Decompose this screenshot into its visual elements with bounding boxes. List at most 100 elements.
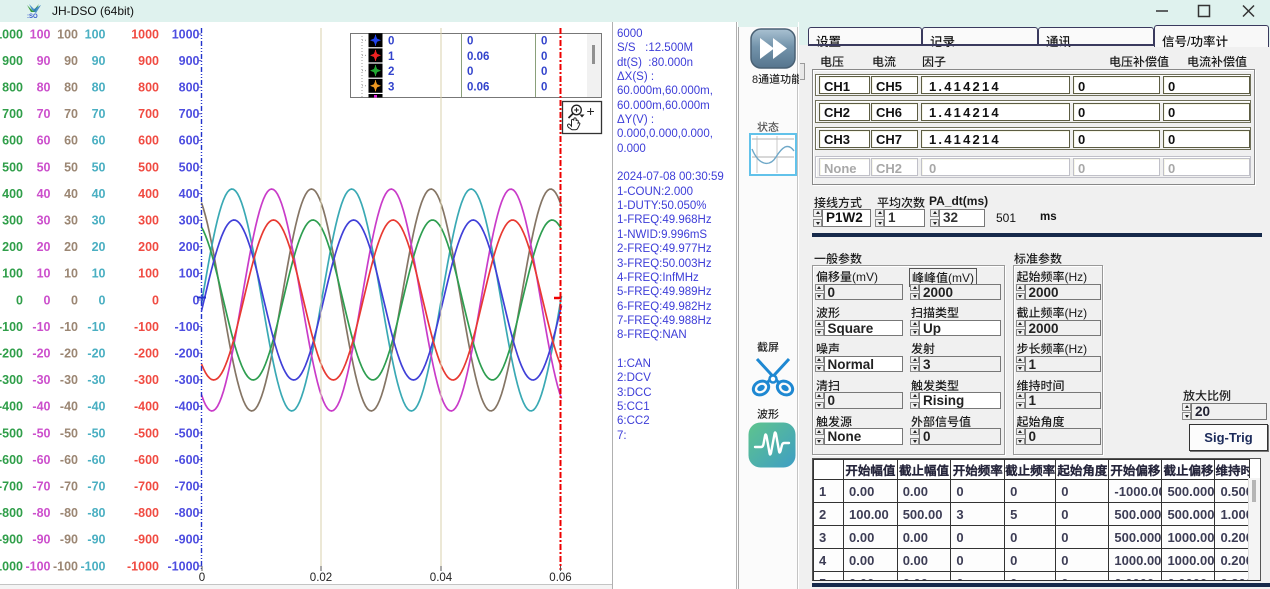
- svg-text:-40: -40: [60, 400, 78, 414]
- svg-text:80: 80: [37, 81, 51, 95]
- svg-text:90: 90: [64, 54, 78, 68]
- svg-text:800: 800: [2, 81, 23, 95]
- svg-text:-30: -30: [32, 373, 50, 387]
- svg-text:40: 40: [64, 187, 78, 201]
- svg-text:900: 900: [2, 54, 23, 68]
- svg-text:30: 30: [37, 214, 51, 228]
- svg-text:400: 400: [138, 187, 159, 201]
- svg-text:0: 0: [541, 81, 547, 93]
- svg-text:0: 0: [16, 293, 23, 307]
- svg-text:-60: -60: [60, 453, 78, 467]
- svg-text:10: 10: [37, 267, 51, 281]
- svg-text:10: 10: [64, 267, 78, 281]
- svg-text:0.06: 0.06: [467, 81, 489, 93]
- svg-text:-10: -10: [87, 320, 105, 334]
- svg-text:200: 200: [138, 240, 159, 254]
- svg-text:60: 60: [64, 134, 78, 148]
- svg-text:-80: -80: [32, 506, 50, 520]
- svg-text:-200: -200: [134, 347, 159, 361]
- svg-text:1000: 1000: [172, 27, 200, 41]
- svg-text:500: 500: [179, 160, 200, 174]
- svg-text:30: 30: [64, 214, 78, 228]
- svg-text:-600: -600: [174, 453, 199, 467]
- svg-text:-700: -700: [0, 480, 23, 494]
- svg-text::SO: :SO: [27, 14, 38, 19]
- svg-text:0: 0: [388, 36, 394, 48]
- svg-text:20: 20: [37, 240, 51, 254]
- svg-text:300: 300: [2, 214, 23, 228]
- svg-text:-50: -50: [32, 426, 50, 440]
- svg-text:100: 100: [138, 267, 159, 281]
- svg-text:-500: -500: [134, 426, 159, 440]
- svg-text:100: 100: [85, 27, 106, 41]
- svg-text:700: 700: [2, 107, 23, 121]
- svg-text:500: 500: [138, 160, 159, 174]
- svg-text:70: 70: [92, 107, 106, 121]
- svg-text:70: 70: [64, 107, 78, 121]
- svg-text:20: 20: [92, 240, 106, 254]
- svg-text:-40: -40: [87, 400, 105, 414]
- svg-text:300: 300: [138, 214, 159, 228]
- svg-text:100: 100: [2, 267, 23, 281]
- svg-text:-900: -900: [174, 533, 199, 547]
- svg-text:-400: -400: [134, 400, 159, 414]
- svg-text:-10: -10: [32, 320, 50, 334]
- svg-text:600: 600: [2, 134, 23, 148]
- svg-text:-50: -50: [60, 426, 78, 440]
- svg-text:0: 0: [99, 293, 106, 307]
- svg-text:0.06: 0.06: [549, 572, 571, 584]
- svg-text:30: 30: [92, 214, 106, 228]
- svg-text:-20: -20: [32, 347, 50, 361]
- svg-text:-10: -10: [60, 320, 78, 334]
- svg-text:300: 300: [179, 214, 200, 228]
- svg-text:-40: -40: [32, 400, 50, 414]
- svg-text:80: 80: [92, 81, 106, 95]
- svg-text:-500: -500: [0, 426, 23, 440]
- svg-text:-300: -300: [174, 373, 199, 387]
- svg-text:-600: -600: [134, 453, 159, 467]
- svg-text:900: 900: [179, 54, 200, 68]
- svg-text:500: 500: [2, 160, 23, 174]
- svg-text:-300: -300: [0, 373, 23, 387]
- svg-text:0: 0: [467, 36, 473, 48]
- svg-text:100: 100: [179, 267, 200, 281]
- svg-text:700: 700: [138, 107, 159, 121]
- svg-text:200: 200: [2, 240, 23, 254]
- svg-text:-800: -800: [174, 506, 199, 520]
- svg-text:0: 0: [541, 51, 547, 63]
- svg-text:-30: -30: [87, 373, 105, 387]
- svg-text:-300: -300: [134, 373, 159, 387]
- svg-text:60: 60: [37, 134, 51, 148]
- svg-text:-1000: -1000: [0, 559, 23, 573]
- svg-text:-70: -70: [60, 480, 78, 494]
- svg-text:-1000: -1000: [168, 559, 200, 573]
- svg-text:0.04: 0.04: [430, 572, 453, 584]
- svg-text:-100: -100: [134, 320, 159, 334]
- svg-text:800: 800: [179, 81, 200, 95]
- svg-text:60: 60: [92, 134, 106, 148]
- svg-text:-70: -70: [87, 480, 105, 494]
- svg-text:0: 0: [152, 293, 159, 307]
- svg-text:90: 90: [37, 54, 51, 68]
- svg-text:-200: -200: [174, 347, 199, 361]
- svg-text:700: 700: [179, 107, 200, 121]
- svg-text:1: 1: [388, 51, 395, 63]
- svg-text:-60: -60: [32, 453, 50, 467]
- svg-text:-100: -100: [25, 559, 50, 573]
- svg-text:100: 100: [30, 27, 51, 41]
- svg-text:0: 0: [44, 293, 51, 307]
- svg-text:10: 10: [92, 267, 106, 281]
- svg-text:-70: -70: [32, 480, 50, 494]
- svg-text:-200: -200: [0, 347, 23, 361]
- svg-text:900: 900: [138, 54, 159, 68]
- svg-text:50: 50: [37, 160, 51, 174]
- svg-text:-1000: -1000: [127, 559, 159, 573]
- svg-text:50: 50: [92, 160, 106, 174]
- svg-text:-80: -80: [87, 506, 105, 520]
- svg-text:600: 600: [138, 134, 159, 148]
- svg-text:-20: -20: [87, 347, 105, 361]
- svg-text:400: 400: [2, 187, 23, 201]
- svg-text:-90: -90: [87, 533, 105, 547]
- svg-text:-900: -900: [0, 533, 23, 547]
- svg-text:-700: -700: [174, 480, 199, 494]
